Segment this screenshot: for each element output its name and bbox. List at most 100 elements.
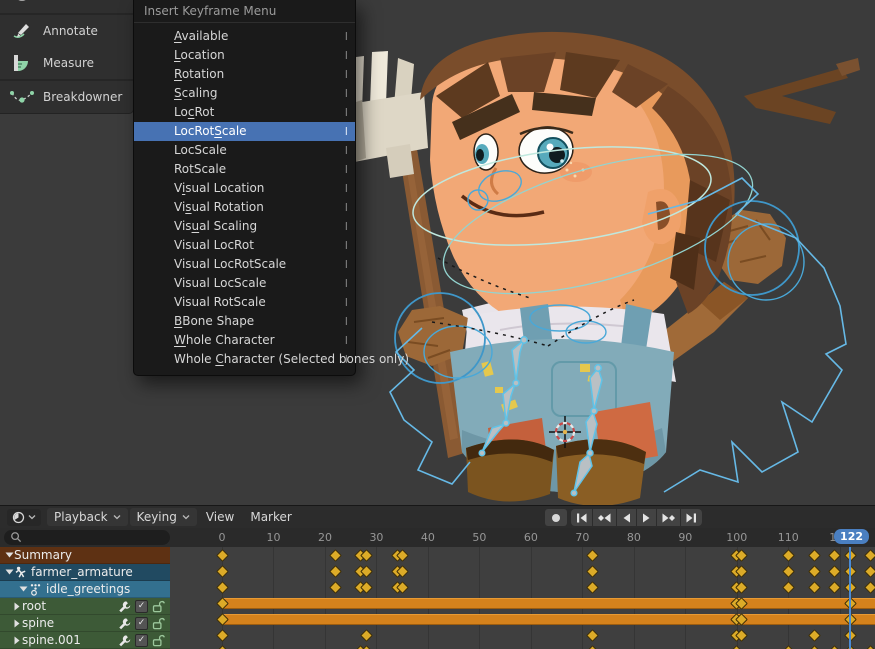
menu-item-available[interactable]: AvailableI [134, 27, 355, 46]
tool-label: Annotate [43, 24, 98, 38]
lock-open-icon[interactable] [152, 634, 166, 647]
menu-item-scaling[interactable]: ScalingI [134, 84, 355, 103]
keyframe-diamond[interactable] [360, 629, 373, 642]
hold-bar[interactable] [222, 614, 875, 625]
keyframe-diamond[interactable] [586, 581, 599, 594]
menu-item-locrot[interactable]: LocRotI [134, 103, 355, 122]
keyframe-diamond[interactable] [782, 581, 795, 594]
menu-item-location[interactable]: LocationI [134, 46, 355, 65]
menu-playback[interactable]: Playback [47, 508, 128, 526]
channel-farmer-armature[interactable]: farmer_armature [0, 564, 170, 581]
keyframe-diamond[interactable] [329, 565, 342, 578]
channel-enable-checkbox[interactable]: ✓ [135, 634, 148, 647]
channel-spine[interactable]: spine✓ [0, 615, 170, 632]
ruler-tick-label: 30 [369, 531, 383, 544]
menu-item-whole-character[interactable]: Whole CharacterI [134, 331, 355, 350]
tool-breakdowner[interactable]: Breakdowner [0, 81, 133, 113]
keyframe-diamond[interactable] [586, 565, 599, 578]
channel-search-box[interactable] [4, 530, 170, 545]
keyframe-diamond[interactable] [864, 581, 875, 594]
keyframe-diamond[interactable] [216, 629, 229, 642]
menu-item-shortcut: I [345, 179, 348, 198]
keyframe-diamond[interactable] [329, 581, 342, 594]
menu-item-visual-locscale[interactable]: Visual LocScaleI [134, 274, 355, 293]
playhead[interactable] [849, 547, 851, 649]
menu-item-visual-location[interactable]: Visual LocationI [134, 179, 355, 198]
search-input[interactable] [22, 531, 146, 545]
keyframe-diamond[interactable] [586, 629, 599, 642]
wrench-icon[interactable] [118, 600, 131, 613]
hold-bar[interactable] [222, 598, 875, 609]
keyframe-diamond[interactable] [216, 645, 229, 649]
menu-item-locrotscale[interactable]: LocRotScaleI [134, 122, 355, 141]
record-button[interactable] [545, 509, 567, 526]
keyframe-diamond[interactable] [808, 645, 821, 649]
menu-keying[interactable]: Keying [130, 508, 197, 526]
jump-to-end-button[interactable] [681, 509, 702, 526]
tri-down-icon[interactable] [5, 551, 14, 559]
tri-down-icon[interactable] [19, 585, 28, 593]
wrench-icon[interactable] [118, 634, 131, 647]
keyframe-diamond[interactable] [864, 645, 875, 649]
tri-right-icon[interactable] [13, 619, 21, 628]
editor-type-button[interactable] [7, 509, 41, 526]
keyframe-diamond[interactable] [864, 565, 875, 578]
keyframe-diamond[interactable] [586, 645, 599, 649]
blender-window: AnnotateMeasureBreakdowner Insert Keyfra… [0, 0, 875, 649]
keyframe-diamond[interactable] [808, 565, 821, 578]
play-reverse-button[interactable] [617, 509, 636, 526]
lock-open-icon[interactable] [152, 617, 166, 630]
menu-marker[interactable]: Marker [243, 508, 298, 526]
current-frame-badge[interactable]: 122 [834, 529, 869, 544]
keyframe-diamond[interactable] [329, 549, 342, 562]
wrench-icon[interactable] [118, 617, 131, 630]
keyframe-diamond[interactable] [864, 549, 875, 562]
tri-down-icon[interactable] [5, 568, 14, 576]
menu-item-rotation[interactable]: RotationI [134, 65, 355, 84]
tri-right-icon[interactable] [13, 636, 21, 645]
menu-item-locscale[interactable]: LocScaleI [134, 141, 355, 160]
menu-item-visual-rotation[interactable]: Visual RotationI [134, 198, 355, 217]
menu-item-whole-character-selected-bones-only-[interactable]: Whole Character (Selected bones only)I [134, 350, 355, 369]
frame-ruler[interactable]: 0102030405060708090100110120122 [170, 528, 875, 548]
keyframe-diamond[interactable] [216, 581, 229, 594]
play-button[interactable] [637, 509, 656, 526]
keyframe-diamond[interactable] [730, 645, 743, 649]
channel-enable-checkbox[interactable]: ✓ [135, 617, 148, 630]
keyframe-diamond[interactable] [586, 549, 599, 562]
jump-to-start-button[interactable] [571, 509, 592, 526]
channel-label: farmer_armature [31, 565, 133, 579]
keyframe-area[interactable] [170, 547, 875, 649]
menu-item-visual-rotscale[interactable]: Visual RotScaleI [134, 293, 355, 312]
menu-item-visual-scaling[interactable]: Visual ScalingI [134, 217, 355, 236]
keyframe-diamond[interactable] [782, 565, 795, 578]
channel-spine-001[interactable]: spine.001✓ [0, 632, 170, 649]
keyframe-diamond[interactable] [782, 645, 795, 649]
tri-right-icon[interactable] [13, 602, 21, 611]
channel-summary[interactable]: Summary [0, 547, 170, 564]
next-keyframe-button[interactable] [657, 509, 680, 526]
tool-annotate[interactable]: Annotate [0, 15, 133, 47]
menu-item-bbone-shape[interactable]: BBone ShapeI [134, 312, 355, 331]
channel-root[interactable]: root✓ [0, 598, 170, 615]
play-reverse-icon [621, 512, 632, 524]
prev-keyframe-button[interactable] [593, 509, 616, 526]
insert-keyframe-menu: Insert Keyframe Menu AvailableILocationI… [133, 0, 356, 376]
keyframe-diamond[interactable] [808, 629, 821, 642]
keyframe-diamond[interactable] [808, 549, 821, 562]
channel-idle-greetings[interactable]: idle_greetings [0, 581, 170, 598]
menu-item-visual-locrotscale[interactable]: Visual LocRotScaleI [134, 255, 355, 274]
keyframe-diamond[interactable] [808, 581, 821, 594]
tool-transform[interactable] [0, 0, 133, 13]
menu-view[interactable]: View [199, 508, 241, 526]
menu-item-visual-locrot[interactable]: Visual LocRotI [134, 236, 355, 255]
menu-label: Keying [137, 510, 177, 524]
keyframe-diamond[interactable] [782, 549, 795, 562]
keyframe-diamond[interactable] [216, 549, 229, 562]
menu-item-rotscale[interactable]: RotScaleI [134, 160, 355, 179]
chevron-down-icon [182, 514, 190, 520]
channel-enable-checkbox[interactable]: ✓ [135, 600, 148, 613]
lock-open-icon[interactable] [152, 600, 166, 613]
keyframe-diamond[interactable] [216, 565, 229, 578]
tool-measure[interactable]: Measure [0, 47, 133, 79]
